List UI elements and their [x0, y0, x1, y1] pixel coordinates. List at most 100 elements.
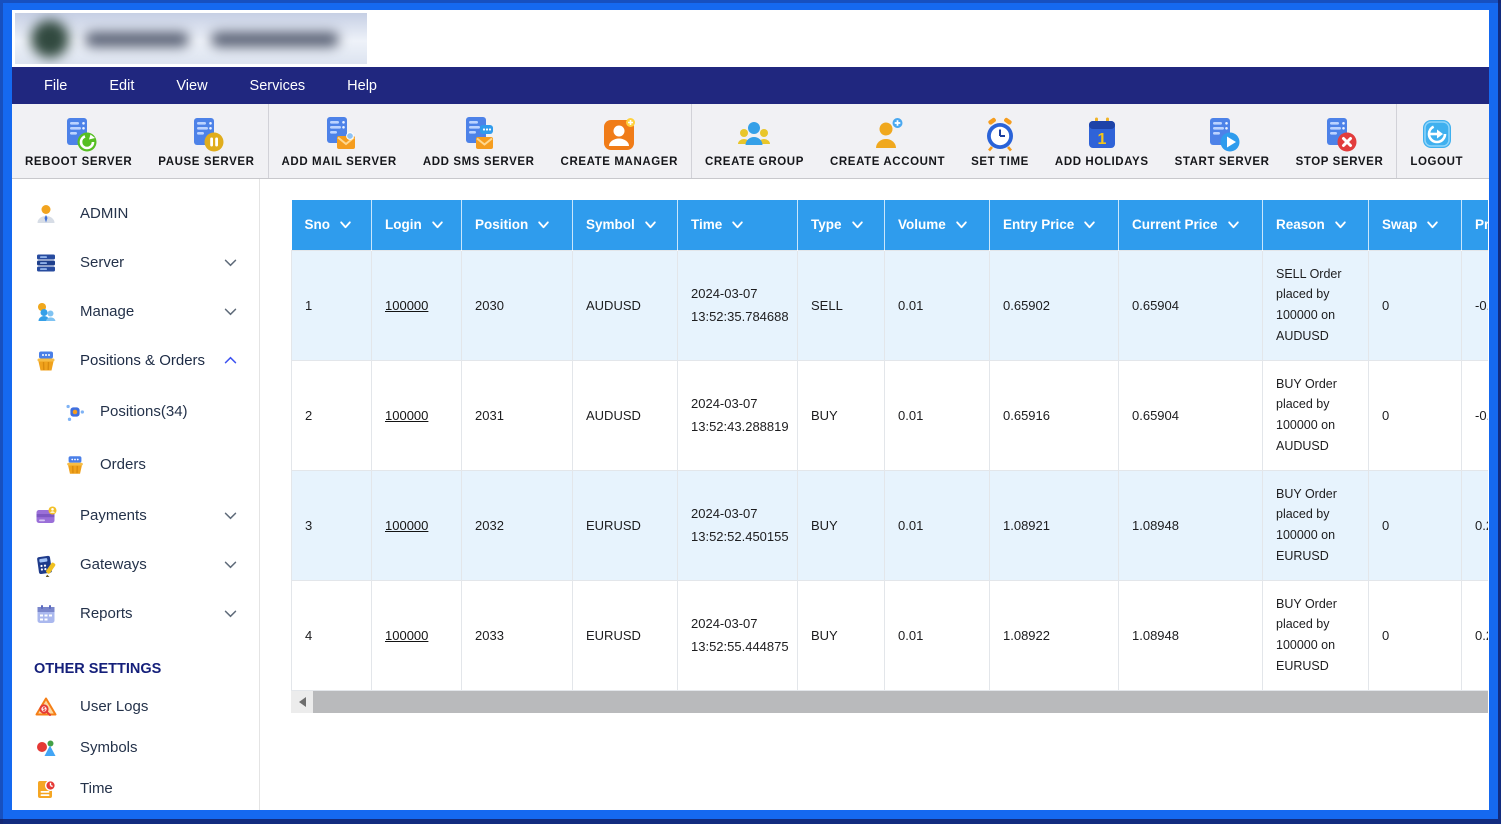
add-mail-server-button[interactable]: ADD MAIL SERVER: [269, 104, 410, 178]
logout-button[interactable]: LOGOUT: [1397, 104, 1476, 178]
title-bar: [12, 10, 1489, 67]
table-row[interactable]: 3 100000 2032 EURUSD 2024-03-07 13:52:52…: [292, 470, 1489, 580]
menu-view[interactable]: View: [176, 78, 207, 94]
cell-sno: 4: [292, 580, 372, 690]
column-header-type[interactable]: Type: [798, 200, 885, 250]
login-link[interactable]: 100000: [385, 298, 428, 313]
tool-label: STOP SERVER: [1296, 156, 1384, 168]
sidebar-item-label: Gateways: [80, 556, 147, 573]
start-server-button[interactable]: START SERVER: [1162, 104, 1283, 178]
tool-label: ADD HOLIDAYS: [1055, 156, 1149, 168]
login-link[interactable]: 100000: [385, 628, 428, 643]
wallet-icon: [34, 504, 58, 528]
positions-table-container: Sno Login Position Symbol Time Type Volu…: [291, 200, 1488, 691]
column-header-symbol[interactable]: Symbol: [573, 200, 678, 250]
column-header-profit-clipped[interactable]: Pr: [1462, 200, 1489, 250]
chevron-down-icon[interactable]: [537, 218, 550, 231]
chevron-down-icon[interactable]: [431, 218, 444, 231]
table-header-row: Sno Login Position Symbol Time Type Volu…: [292, 200, 1489, 250]
cell-symbol: EURUSD: [573, 580, 678, 690]
login-link[interactable]: 100000: [385, 408, 428, 423]
menu-file[interactable]: File: [44, 78, 67, 94]
create-manager-button[interactable]: CREATE MANAGER: [548, 104, 691, 178]
tool-label: CREATE ACCOUNT: [830, 156, 945, 168]
sidebar-item-reports[interactable]: Reports: [12, 589, 259, 638]
chevron-down-icon[interactable]: [955, 218, 968, 231]
add-holidays-button[interactable]: 1 ADD HOLIDAYS: [1042, 104, 1162, 178]
cell-sno: 1: [292, 250, 372, 360]
column-header-entry-price[interactable]: Entry Price: [990, 200, 1119, 250]
menu-bar: File Edit View Services Help: [12, 67, 1489, 104]
menu-help[interactable]: Help: [347, 78, 377, 94]
chevron-down-icon[interactable]: [1426, 218, 1439, 231]
calendar-1-icon: 1: [1083, 115, 1121, 153]
cell-reason: BUY Order placed by 100000 on EURUSD: [1263, 470, 1369, 580]
chevron-up-icon: [222, 352, 239, 369]
column-header-sno[interactable]: Sno: [292, 200, 372, 250]
create-group-button[interactable]: CREATE GROUP: [692, 104, 817, 178]
menu-services[interactable]: Services: [250, 78, 306, 94]
sidebar-item-positions[interactable]: Positions(34): [12, 385, 259, 438]
sidebar-section-other-settings: OTHER SETTINGS: [12, 652, 259, 686]
chevron-down-icon[interactable]: [851, 218, 864, 231]
cell-position: 2030: [462, 250, 573, 360]
sidebar-item-manage[interactable]: Manage: [12, 287, 259, 336]
admin-person-icon: [34, 202, 58, 226]
column-header-time[interactable]: Time: [678, 200, 798, 250]
reboot-server-button[interactable]: REBOOT SERVER: [12, 104, 145, 178]
column-header-volume[interactable]: Volume: [885, 200, 990, 250]
pause-server-button[interactable]: PAUSE SERVER: [145, 104, 267, 178]
sidebar-item-payments[interactable]: Payments: [12, 491, 259, 540]
cell-volume: 0.01: [885, 470, 990, 580]
svg-text:1: 1: [1097, 131, 1106, 148]
chevron-down-icon[interactable]: [339, 218, 352, 231]
column-header-label: Time: [691, 217, 722, 232]
column-header-login[interactable]: Login: [372, 200, 462, 250]
sidebar-item-symbols[interactable]: Symbols: [12, 727, 259, 768]
sidebar-item-time[interactable]: Time: [12, 768, 259, 809]
horizontal-scrollbar[interactable]: [291, 691, 1488, 713]
scroll-left-button[interactable]: [291, 691, 313, 713]
table-row[interactable]: 4 100000 2033 EURUSD 2024-03-07 13:52:55…: [292, 580, 1489, 690]
table-row[interactable]: 2 100000 2031 AUDUSD 2024-03-07 13:52:43…: [292, 360, 1489, 470]
sidebar-item-positions-orders[interactable]: Positions & Orders: [12, 336, 259, 385]
sidebar-item-label: Positions & Orders: [80, 352, 205, 369]
server-start-icon: [1203, 115, 1241, 153]
chevron-down-icon: [222, 303, 239, 320]
column-header-swap[interactable]: Swap: [1369, 200, 1462, 250]
login-link[interactable]: 100000: [385, 518, 428, 533]
app-window: File Edit View Services Help REBOOT SERV…: [12, 10, 1489, 810]
shapes-icon: [34, 736, 58, 760]
scrollbar-thumb[interactable]: [313, 691, 1488, 713]
column-header-label: Volume: [898, 217, 946, 232]
stop-server-button[interactable]: STOP SERVER: [1283, 104, 1397, 178]
column-header-current-price[interactable]: Current Price: [1119, 200, 1263, 250]
redacted-window-title: [15, 13, 367, 64]
create-account-button[interactable]: CREATE ACCOUNT: [817, 104, 958, 178]
add-sms-server-button[interactable]: ADD SMS SERVER: [410, 104, 548, 178]
chevron-down-icon[interactable]: [1334, 218, 1347, 231]
cell-current-price: 0.65904: [1119, 360, 1263, 470]
table-row[interactable]: 1 100000 2030 AUDUSD 2024-03-07 13:52:35…: [292, 250, 1489, 360]
sidebar-item-server[interactable]: Server: [12, 238, 259, 287]
column-header-reason[interactable]: Reason: [1263, 200, 1369, 250]
chevron-down-icon[interactable]: [731, 218, 744, 231]
tool-label: CREATE MANAGER: [561, 156, 678, 168]
calendar-icon: [34, 602, 58, 626]
cell-current-price: 1.08948: [1119, 470, 1263, 580]
set-time-button[interactable]: SET TIME: [958, 104, 1042, 178]
sidebar-item-label: Reports: [80, 605, 133, 622]
chevron-down-icon[interactable]: [644, 218, 657, 231]
sidebar-item-user-logs[interactable]: $ User Logs: [12, 686, 259, 727]
chevron-down-icon[interactable]: [1083, 218, 1096, 231]
sidebar-item-gateways[interactable]: Gateways: [12, 540, 259, 589]
sidebar-item-orders[interactable]: Orders: [12, 438, 259, 491]
server-mail-icon: [320, 115, 358, 153]
column-header-position[interactable]: Position: [462, 200, 573, 250]
sidebar-item-admin[interactable]: ADMIN: [12, 189, 259, 238]
chevron-down-icon[interactable]: [1227, 218, 1240, 231]
menu-edit[interactable]: Edit: [109, 78, 134, 94]
cell-entry-price: 1.08922: [990, 580, 1119, 690]
calculator-icon: [34, 553, 58, 577]
redacted-title-text: [211, 32, 339, 47]
